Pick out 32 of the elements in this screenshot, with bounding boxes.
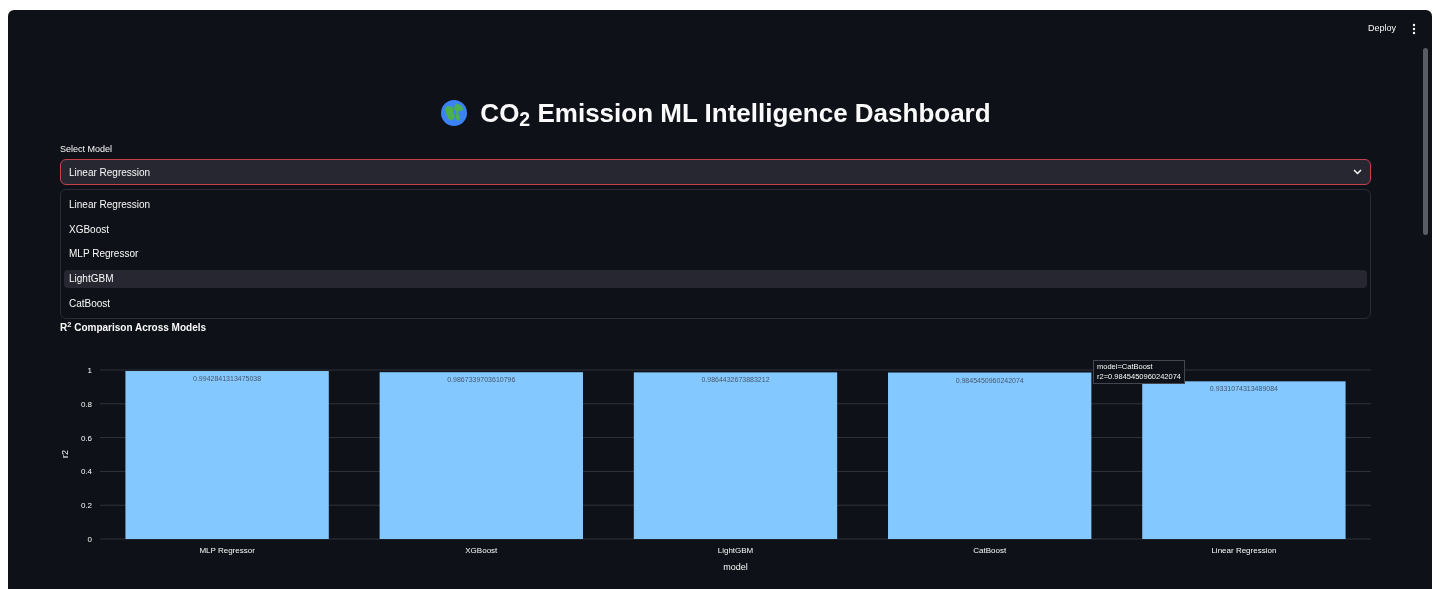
x-axis-label: model <box>723 562 748 572</box>
y-tick-label: 1 <box>87 366 92 375</box>
dropdown-option[interactable]: MLP Regressor <box>64 245 1367 263</box>
bar[interactable] <box>1142 381 1346 539</box>
y-tick-label: 0 <box>87 535 92 544</box>
chart-title: R$^{2}$ Comparison Across Models <box>60 321 208 335</box>
x-tick-label: CatBoost <box>973 546 1007 555</box>
x-tick-label: LightGBM <box>717 546 754 555</box>
dropdown-option[interactable]: Linear Regression <box>64 195 1367 214</box>
dropdown-option[interactable]: LightGBM <box>64 269 1367 288</box>
x-tick-label: Linear Regression <box>1211 546 1277 555</box>
y-tick-label: 0.4 <box>80 467 92 477</box>
y-tick-label: 0.2 <box>80 501 92 511</box>
y-axis-label: r2 <box>60 450 70 458</box>
dropdown-option[interactable]: XGBoost <box>64 220 1367 239</box>
model-select[interactable]: Linear Regression <box>60 159 1371 185</box>
bar[interactable] <box>633 372 838 539</box>
field-label: Select Model <box>60 143 114 155</box>
x-tick-label: XGBoost <box>465 546 498 555</box>
chevron-down-icon <box>1353 169 1362 175</box>
more-menu-icon[interactable] <box>1412 23 1416 35</box>
deploy-button[interactable]: Deploy <box>1368 22 1396 36</box>
x-tick-label: MLP Regressor <box>199 546 255 555</box>
dropdown-option[interactable]: CatBoost <box>64 294 1367 313</box>
globe-icon <box>440 99 469 127</box>
y-tick-label: 0.6 <box>80 433 92 443</box>
bar[interactable] <box>125 371 329 539</box>
scrollbar[interactable] <box>1423 48 1428 235</box>
page-title: CO$_{2}$ Emission ML Intelligence Dashboard <box>480 96 991 133</box>
bar[interactable] <box>379 372 583 539</box>
y-tick-label: 0.8 <box>80 399 92 409</box>
bar[interactable] <box>888 372 1092 539</box>
